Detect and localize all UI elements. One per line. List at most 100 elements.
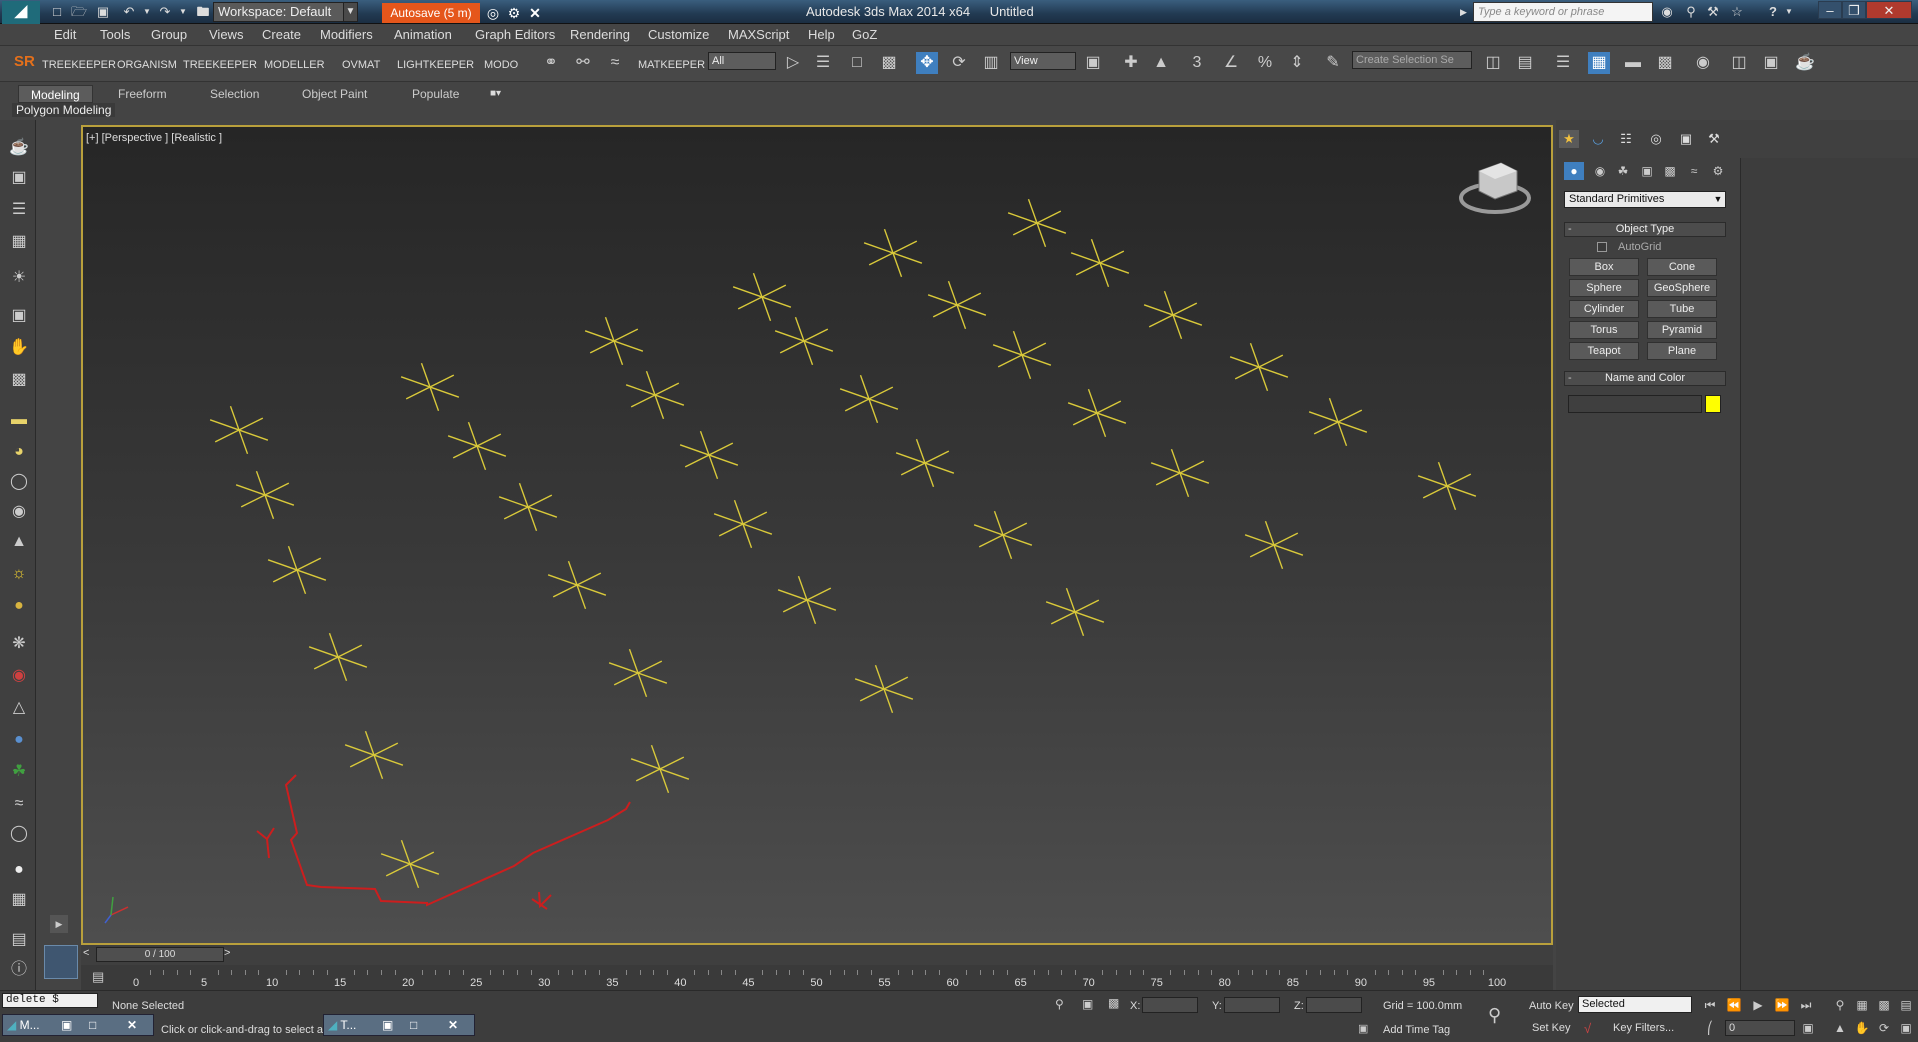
point-helper-star[interactable] xyxy=(1308,397,1368,447)
cone-button[interactable]: Cone xyxy=(1647,258,1717,276)
time-prev-button[interactable]: < xyxy=(83,947,89,959)
taskbar-item-t[interactable]: ◢ T... ▣ □ ✕ xyxy=(323,1014,475,1036)
globe-icon[interactable]: ● xyxy=(6,728,32,752)
point-helper-star[interactable] xyxy=(774,316,834,366)
point-helper-star[interactable] xyxy=(498,482,558,532)
undo-icon[interactable]: ↶ xyxy=(120,3,138,21)
help-circle-icon[interactable]: ⓘ xyxy=(6,958,32,982)
unlink-icon[interactable]: ⚯ xyxy=(572,52,594,74)
pivot-center-icon[interactable]: ▣ xyxy=(1082,52,1104,74)
sphere-button[interactable]: Sphere xyxy=(1569,279,1639,297)
collapse-icon[interactable]: - xyxy=(1568,223,1572,235)
tab-modeling[interactable]: Modeling xyxy=(18,85,93,103)
pan-icon[interactable]: ✋ xyxy=(1852,1019,1872,1037)
point-helper-star[interactable] xyxy=(267,545,327,595)
tab-object-paint[interactable]: Object Paint xyxy=(290,85,379,103)
film-icon[interactable]: ▩ xyxy=(6,368,32,392)
star-icon[interactable]: ☆ xyxy=(1728,3,1746,21)
menu-customize[interactable]: Customize xyxy=(648,27,709,43)
search-arrow-icon[interactable]: ▶ xyxy=(1460,4,1470,20)
selection-filter-dropdown[interactable]: All xyxy=(708,52,776,70)
sun-icon[interactable]: ☼ xyxy=(6,562,32,586)
menu-tools[interactable]: Tools xyxy=(100,27,130,43)
maxscript-listener-field[interactable]: delete $ xyxy=(2,993,98,1008)
shapes-icon[interactable]: ◉ xyxy=(1590,162,1610,180)
previous-frame-icon[interactable]: ⏪ xyxy=(1724,996,1744,1014)
absolute-mode-icon[interactable]: ▩ xyxy=(1108,996,1119,1010)
point-helper-star[interactable] xyxy=(854,664,914,714)
point-helper-star[interactable] xyxy=(732,272,792,322)
viewport-canvas[interactable] xyxy=(81,125,1553,945)
set-key-button[interactable]: Set Key xyxy=(1532,1022,1571,1035)
time-tag-icon[interactable]: ▣ xyxy=(1358,1022,1368,1035)
point-helper-star[interactable] xyxy=(1244,520,1304,570)
window-crossing-icon[interactable]: ▩ xyxy=(878,52,900,74)
menu-rendering[interactable]: Rendering xyxy=(570,27,630,43)
spinner-snap-icon[interactable]: ⇕ xyxy=(1286,52,1308,74)
key-mode-toggle-icon[interactable]: ⎛ xyxy=(1700,1019,1720,1037)
add-time-tag[interactable]: Add Time Tag xyxy=(1383,1024,1450,1037)
hand-icon[interactable]: ✋ xyxy=(6,336,32,360)
next-frame-icon[interactable]: ⏩ xyxy=(1772,996,1792,1014)
app-logo-icon[interactable]: ◢ xyxy=(2,1,40,25)
plugin-lightkeeper[interactable]: LIGHTKEEPER xyxy=(397,58,474,72)
gold-sphere-icon[interactable]: ● xyxy=(6,594,32,618)
pyramid-button[interactable]: Pyramid xyxy=(1647,321,1717,339)
dome-icon[interactable]: ◕ xyxy=(6,440,32,464)
point-helper-star[interactable] xyxy=(584,316,644,366)
chevron-down-icon[interactable]: ▼ xyxy=(1712,192,1724,207)
align-icon[interactable]: ▤ xyxy=(1514,52,1536,74)
project-folder-icon[interactable]: 🖿 xyxy=(194,3,212,21)
point-helper-star[interactable] xyxy=(777,575,837,625)
material-editor-icon[interactable]: ◉ xyxy=(1692,52,1714,74)
tube-button[interactable]: Tube xyxy=(1647,300,1717,318)
object-category-dropdown[interactable]: Standard Primitives xyxy=(1564,191,1726,208)
object-color-swatch[interactable] xyxy=(1705,395,1721,413)
go-to-start-icon[interactable]: ⏮ xyxy=(1700,996,1720,1014)
isolate-icon[interactable]: ⚲ xyxy=(1055,997,1064,1011)
box-button[interactable]: Box xyxy=(1569,258,1639,276)
y-coordinate-field[interactable] xyxy=(1224,997,1280,1013)
grid-icon[interactable]: ▦ xyxy=(6,230,32,254)
particles-icon[interactable]: ❋ xyxy=(6,632,32,656)
bind-space-warp-icon[interactable]: ≈ xyxy=(604,52,626,74)
autogrid-checkbox[interactable] xyxy=(1597,242,1607,252)
hierarchy-tab-icon[interactable]: ☷ xyxy=(1616,130,1636,148)
point-helper-star[interactable] xyxy=(380,839,440,889)
record-icon[interactable]: ◎ xyxy=(484,4,502,22)
schematic-view-icon[interactable]: ▩ xyxy=(1654,52,1676,74)
menu-help[interactable]: Help xyxy=(808,27,835,43)
plugin-ovmat[interactable]: OVMAT xyxy=(342,58,380,72)
image-icon[interactable]: ▣ xyxy=(6,166,32,190)
binoculars-icon[interactable]: ◉ xyxy=(1658,3,1676,21)
maximize-viewport-icon[interactable]: ▣ xyxy=(1896,1019,1916,1037)
gear-icon[interactable]: ⚙ xyxy=(505,4,523,22)
point-helper-star[interactable] xyxy=(1417,461,1477,511)
spline-shape[interactable] xyxy=(256,774,631,910)
key-filters-button[interactable]: Key Filters... xyxy=(1613,1022,1674,1035)
white-sphere-icon[interactable]: ● xyxy=(6,858,32,882)
close-icon[interactable]: ✕ xyxy=(127,1015,137,1035)
point-helper-star[interactable] xyxy=(1045,587,1105,637)
menu-goz[interactable]: GoZ xyxy=(852,27,877,43)
menu-graph-editors[interactable]: Graph Editors xyxy=(475,27,555,43)
point-helper-star[interactable] xyxy=(895,438,955,488)
plugin-organism[interactable]: ORGANISM xyxy=(117,58,177,72)
geosphere-button[interactable]: GeoSphere xyxy=(1647,279,1717,297)
point-helper-star[interactable] xyxy=(400,362,460,412)
ribbon-options-icon[interactable]: ■▾ xyxy=(490,87,512,101)
angle-snap-icon[interactable]: ∠ xyxy=(1220,52,1242,74)
z-coordinate-field[interactable] xyxy=(1306,997,1362,1013)
motion-tab-icon[interactable]: ◎ xyxy=(1646,130,1666,148)
time-slider-thumb[interactable]: 0 / 100 xyxy=(96,947,224,962)
rectangular-region-icon[interactable]: □ xyxy=(846,52,868,74)
minimize-button[interactable]: – xyxy=(1818,1,1842,19)
chevron-down-icon[interactable]: ▼ xyxy=(343,2,358,22)
cylinder-button[interactable]: Cylinder xyxy=(1569,300,1639,318)
utilities-tab-icon[interactable]: ⚒ xyxy=(1704,130,1724,148)
lock-icon[interactable]: ▣ xyxy=(1082,997,1093,1011)
plugin-modo[interactable]: MODO xyxy=(484,58,518,72)
render-teapot-icon[interactable]: ☕ xyxy=(1794,52,1816,74)
undo-dropdown-icon[interactable]: ▼ xyxy=(138,3,156,21)
point-helper-star[interactable] xyxy=(839,374,899,424)
